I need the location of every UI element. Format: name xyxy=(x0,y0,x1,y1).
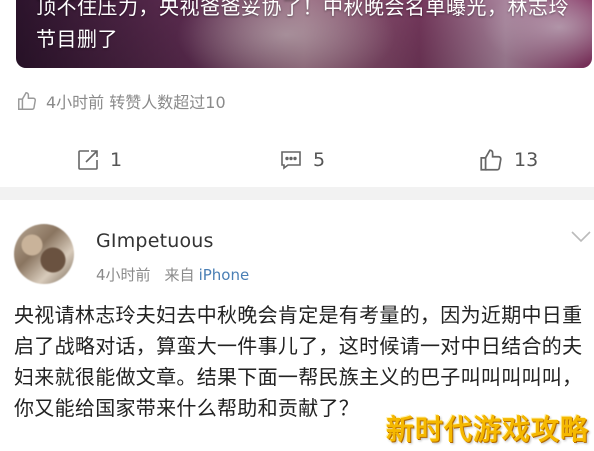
comment-button[interactable]: 5 xyxy=(279,140,325,180)
section-divider xyxy=(0,187,594,200)
watermark-logo: 新时代游戏攻略 xyxy=(386,413,590,446)
post-body: 央视请林志玲夫妇去中秋晚会肯定是有考量的，因为近期中日重启了战略对话，算蛮大一件… xyxy=(14,303,583,420)
article-meta: 4小时前 转赞人数超过10 xyxy=(16,89,226,113)
article-meta-text: 4小时前 转赞人数超过10 xyxy=(46,93,226,112)
post-meta: 4小时前 来自 iPhone xyxy=(96,264,249,285)
like-count: 13 xyxy=(514,149,539,171)
username[interactable]: GImpetuous xyxy=(96,230,214,252)
article-headline: 顶不住压力，央视爸爸妥协了！中秋晚会名单曝光，林志玲节目删了 xyxy=(36,0,569,51)
source-prefix: 来自 xyxy=(164,266,195,284)
article-image-card[interactable]: 顶不住压力，央视爸爸妥协了！中秋晚会名单曝光，林志玲节目删了 xyxy=(16,0,592,68)
chevron-down-icon[interactable] xyxy=(570,230,592,244)
repost-button[interactable]: 1 xyxy=(76,140,122,180)
thumbs-up-icon xyxy=(480,149,502,171)
repost-icon xyxy=(78,150,98,170)
comment-count: 5 xyxy=(313,149,326,171)
source-link[interactable]: iPhone xyxy=(199,266,250,284)
thumbs-up-icon xyxy=(18,92,36,110)
post-time: 4小时前 xyxy=(96,266,151,284)
comment-icon xyxy=(281,151,301,170)
action-bar: 1 5 13 xyxy=(0,140,594,180)
avatar[interactable] xyxy=(14,224,74,284)
like-button[interactable]: 13 xyxy=(478,140,538,180)
repost-count: 1 xyxy=(110,149,123,171)
